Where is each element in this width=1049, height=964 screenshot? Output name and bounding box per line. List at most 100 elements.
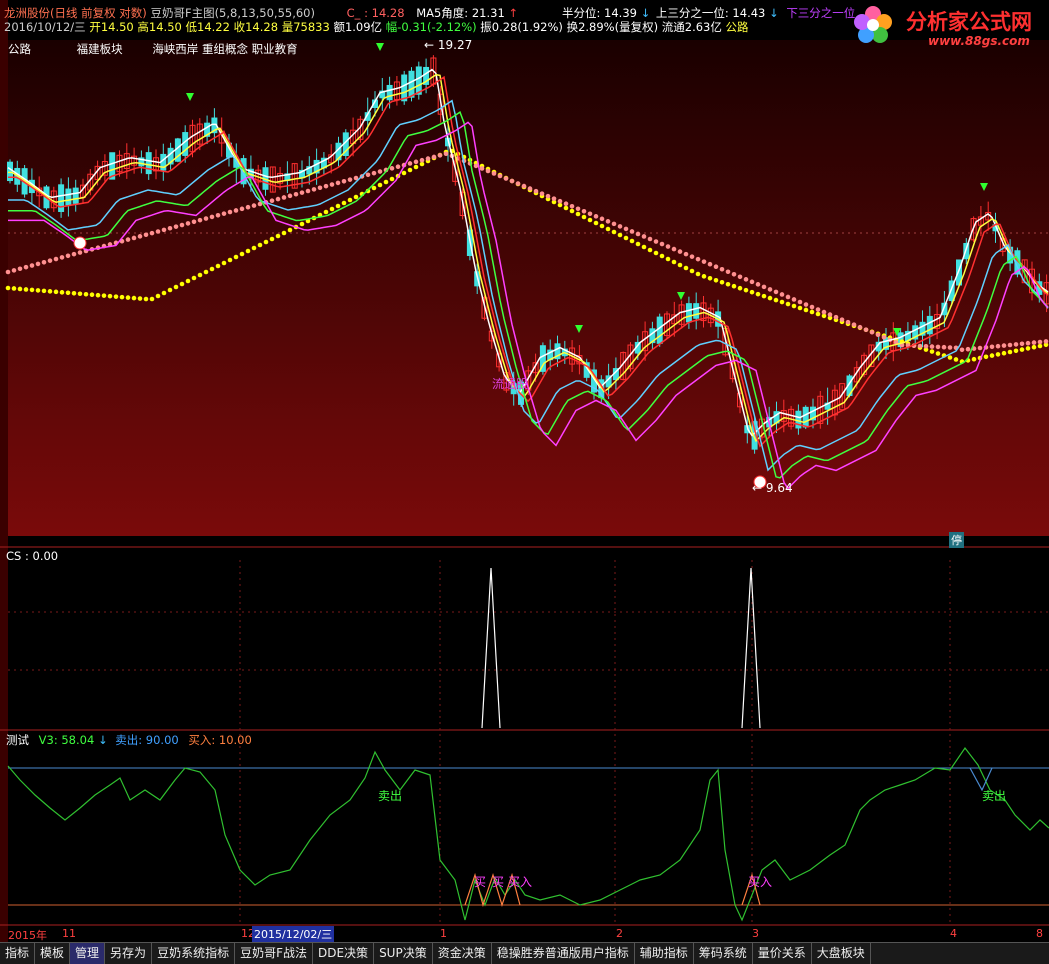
band-dot (768, 287, 773, 292)
band-dot (678, 249, 683, 254)
band-dot (864, 327, 869, 332)
band-dot (12, 268, 17, 273)
band-dot (876, 332, 881, 337)
band-dot (822, 310, 827, 315)
sell-mark: 卖出 (982, 787, 1006, 804)
band-dot (144, 232, 149, 237)
left-axis-strip (0, 0, 8, 942)
band-dot (192, 276, 197, 281)
lower-third-label: 下三分之一位 (786, 6, 855, 20)
band-dot (174, 224, 179, 229)
band-dot (636, 232, 641, 237)
band-dot (504, 176, 509, 181)
tab-indicator[interactable]: 指标 (0, 943, 35, 964)
band-dot (642, 234, 647, 239)
band-dot (654, 251, 659, 256)
band-dot (204, 270, 209, 275)
band-dot (762, 285, 767, 290)
band-dot (180, 223, 185, 228)
tab-wencao[interactable]: 稳操胜券普通版用户指标 (492, 943, 635, 964)
tab-auxiliary[interactable]: 辅助指标 (635, 943, 694, 964)
band-dot (1002, 351, 1007, 356)
band-dot (1014, 342, 1019, 347)
band-dot (240, 252, 245, 257)
band-dot (300, 190, 305, 195)
cs-panel-label: CS : 0.00 (6, 549, 58, 563)
axis-label: 2 (616, 927, 623, 940)
band-dot (990, 353, 995, 358)
axis-label: 11 (62, 927, 76, 940)
band-dot (324, 210, 329, 215)
band-dot (210, 215, 215, 220)
tab-volume-price[interactable]: 量价关系 (753, 943, 812, 964)
band-dot (246, 249, 251, 254)
tab-sup[interactable]: SUP决策 (374, 943, 433, 964)
band-dot (348, 177, 353, 182)
axis-label: 8 (1036, 927, 1043, 940)
bar-open: 开14.50 (89, 20, 133, 34)
band-dot (636, 242, 641, 247)
band-dot (276, 197, 281, 202)
band-dot (654, 239, 659, 244)
band-dot (186, 221, 191, 226)
flower-logo-icon (848, 0, 898, 50)
band-dot (600, 224, 605, 229)
band-dot (132, 296, 137, 301)
high-price-label: ← 19.27 (424, 38, 472, 52)
band-dot (738, 275, 743, 280)
band-dot (72, 252, 77, 257)
tab-fund[interactable]: 资金决策 (433, 943, 492, 964)
band-dot (186, 279, 191, 284)
band-dot (594, 214, 599, 219)
band-dot (54, 257, 59, 262)
band-dot (204, 216, 209, 221)
band-dot (30, 288, 35, 293)
tab-save-as[interactable]: 另存为 (105, 943, 152, 964)
tab-market-sector[interactable]: 大盘板块 (812, 943, 871, 964)
concept-tag[interactable]: 福建板块 (77, 42, 123, 56)
band-dot (960, 348, 965, 353)
tab-dounai-system[interactable]: 豆奶系统指标 (152, 943, 235, 964)
band-dot (942, 345, 947, 350)
band-dot (150, 231, 155, 236)
band-dot (594, 221, 599, 226)
band-dot (1020, 342, 1025, 347)
tab-template[interactable]: 模板 (35, 943, 70, 964)
band-dot (396, 164, 401, 169)
band-dot (564, 201, 569, 206)
concept-tag[interactable]: 公路 (8, 42, 31, 56)
band-dot (378, 183, 383, 188)
band-dot (738, 286, 743, 291)
band-dot (36, 262, 41, 267)
band-dot (630, 229, 635, 234)
band-dot (1008, 343, 1013, 348)
band-dot (294, 192, 299, 197)
band-dot (588, 212, 593, 217)
band-dot (216, 213, 221, 218)
bar-amount: 额1.09亿 (333, 20, 382, 34)
chart-canvas[interactable] (0, 0, 1049, 942)
down-arrow-icon: ↓ (98, 733, 108, 747)
band-dot (288, 228, 293, 233)
band-dot (1026, 346, 1031, 351)
band-dot (102, 293, 107, 298)
down-arrow-icon: ↓ (769, 6, 779, 20)
band-dot (720, 267, 725, 272)
tab-dounai-f[interactable]: 豆奶哥F战法 (235, 943, 313, 964)
band-dot (570, 204, 575, 209)
tab-chip[interactable]: 筹码系统 (694, 943, 753, 964)
band-dot (648, 237, 653, 242)
band-dot (342, 179, 347, 184)
band-dot (774, 290, 779, 295)
band-dot (180, 282, 185, 287)
axis-label: 1 (440, 927, 447, 940)
band-dot (1008, 350, 1013, 355)
band-dot (18, 266, 23, 271)
tab-dde[interactable]: DDE决策 (313, 943, 374, 964)
band-dot (618, 233, 623, 238)
c-value: C_ : 14.28 (347, 6, 405, 20)
tab-manage[interactable]: 管理 (70, 943, 105, 964)
ma5-angle: MA5角度: 21.31 (416, 6, 505, 20)
band-dot (732, 284, 737, 289)
concept-tag[interactable]: 海峡西岸 重组概念 职业教育 (152, 42, 297, 56)
